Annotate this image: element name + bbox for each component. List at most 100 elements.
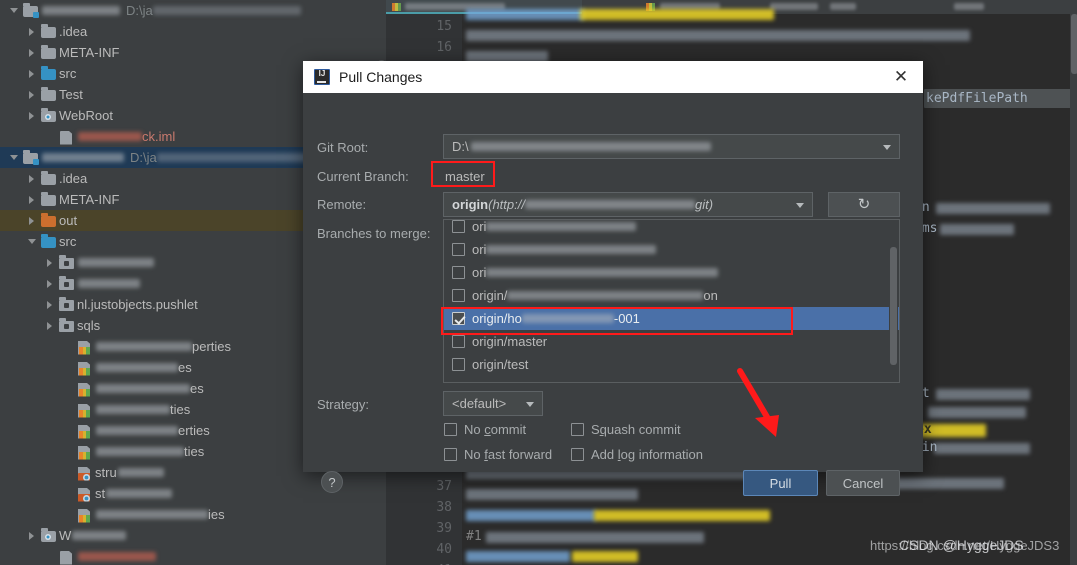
redacted-text	[78, 279, 140, 288]
branch-list-item[interactable]: ori	[444, 219, 899, 238]
chevron-down-icon[interactable]	[8, 0, 21, 21]
branch-list-item[interactable]: origin/master	[444, 330, 899, 353]
tree-row-path: D:\ja	[126, 3, 153, 18]
git-root-value: D:\	[452, 139, 469, 154]
dialog-title: Pull Changes	[339, 69, 422, 85]
chevron-right-icon[interactable]	[26, 105, 39, 126]
folder-icon	[39, 171, 59, 187]
excluded-folder-icon	[39, 213, 59, 229]
editor-tab-3[interactable]	[760, 0, 940, 14]
tree-spacer	[62, 483, 75, 504]
folder-icon	[39, 87, 59, 103]
code-token	[886, 478, 1004, 489]
editor-scrollbar[interactable]	[1070, 14, 1077, 565]
chevron-right-icon[interactable]	[26, 210, 39, 231]
web-folder-icon	[39, 528, 59, 544]
chevron-right-icon[interactable]	[26, 84, 39, 105]
tree-row[interactable]: .idea	[0, 21, 386, 42]
branch-list-item[interactable]: origin/test	[444, 353, 899, 376]
properties-file-icon	[75, 381, 95, 397]
branch-checkbox[interactable]	[452, 220, 465, 233]
pull-button[interactable]: Pull	[743, 470, 818, 496]
branch-checkbox[interactable]	[452, 243, 465, 256]
squash-commit-checkbox[interactable]: Squash commit	[571, 422, 681, 437]
strategy-combo[interactable]: <default>	[443, 391, 543, 416]
chevron-down-icon[interactable]	[8, 147, 21, 168]
checkbox-box[interactable]	[571, 448, 584, 461]
branch-label: origin/master	[472, 334, 547, 349]
tree-row[interactable]: W	[0, 525, 386, 546]
code-fragment: kePdfFilePath	[926, 91, 1028, 106]
dialog-titlebar: Pull Changes ✕	[303, 61, 923, 93]
branch-checkbox[interactable]	[452, 335, 465, 348]
chevron-right-icon[interactable]	[44, 252, 57, 273]
redacted-text	[96, 426, 178, 435]
checkbox-box[interactable]	[444, 423, 457, 436]
tree-row-label: Test	[59, 87, 83, 102]
redacted-text	[96, 405, 170, 414]
tree-row-label-suffix: ties	[184, 444, 204, 459]
chevron-right-icon[interactable]	[44, 315, 57, 336]
branch-checkbox[interactable]	[452, 358, 465, 371]
redacted-branch-name	[507, 291, 703, 300]
branch-list-item[interactable]: ori	[444, 238, 899, 261]
tree-spacer	[44, 126, 57, 147]
pull-changes-dialog[interactable]: Pull Changes ✕ Git Root: D:\ Current Bra…	[303, 61, 923, 472]
tree-row[interactable]: ies	[0, 504, 386, 525]
code-token	[466, 510, 596, 521]
chevron-right-icon[interactable]	[26, 168, 39, 189]
no-fast-forward-checkbox[interactable]: No fast forward	[444, 447, 552, 462]
branch-label: ori	[472, 219, 486, 234]
tree-row[interactable]: META-INF	[0, 42, 386, 63]
remote-url-scheme: (http://	[488, 197, 525, 212]
chevron-right-icon[interactable]	[26, 21, 39, 42]
properties-file-icon	[75, 360, 95, 376]
branch-list-item[interactable]: origin/ho-001	[444, 307, 899, 330]
close-icon[interactable]: ✕	[879, 61, 923, 93]
help-button[interactable]: ?	[321, 471, 343, 493]
branch-checkbox[interactable]	[452, 312, 465, 325]
chevron-right-icon[interactable]	[44, 294, 57, 315]
tree-spacer	[62, 399, 75, 420]
code-token	[466, 489, 638, 500]
iml-file-icon	[57, 549, 77, 565]
remote-combo[interactable]: origin (http:// git)	[443, 192, 813, 217]
redacted-text	[106, 489, 172, 498]
branches-scrollbar-thumb[interactable]	[890, 247, 897, 365]
branch-list-item[interactable]: ori	[444, 261, 899, 284]
branch-checkbox[interactable]	[452, 266, 465, 279]
code-token	[580, 9, 774, 20]
tree-spacer	[62, 378, 75, 399]
chevron-right-icon[interactable]	[44, 273, 57, 294]
no-commit-checkbox[interactable]: No commit	[444, 422, 526, 437]
refresh-remote-button[interactable]: ↻	[828, 192, 900, 217]
tree-row-label: .idea	[59, 171, 87, 186]
code-token	[466, 551, 570, 562]
tree-row-label: out	[59, 213, 77, 228]
branch-checkbox[interactable]	[452, 289, 465, 302]
properties-file-icon	[75, 507, 95, 523]
code-token	[466, 30, 970, 41]
redacted-branch-name	[486, 245, 656, 254]
branches-scrollbar[interactable]	[889, 237, 898, 383]
chevron-down-icon[interactable]	[26, 231, 39, 252]
branches-list[interactable]: oriorioriorigin/onorigin/ho-001origin/ma…	[443, 219, 900, 383]
editor-scrollbar-thumb[interactable]	[1071, 14, 1077, 74]
add-log-information-checkbox[interactable]: Add log information	[571, 447, 703, 462]
chevron-right-icon[interactable]	[26, 525, 39, 546]
tree-row[interactable]: D:\ja	[0, 0, 386, 21]
remote-url-redacted	[525, 200, 695, 209]
chevron-right-icon[interactable]	[26, 189, 39, 210]
checkbox-box[interactable]	[571, 423, 584, 436]
tree-row[interactable]	[0, 546, 386, 565]
branch-label: origin/	[472, 288, 507, 303]
checkbox-box[interactable]	[444, 448, 457, 461]
cancel-button[interactable]: Cancel	[826, 470, 900, 496]
chevron-right-icon[interactable]	[26, 42, 39, 63]
branch-list-item[interactable]: origin/on	[444, 284, 899, 307]
tree-row-label-suffix: es	[190, 381, 204, 396]
editor-tab-label	[830, 3, 856, 10]
git-root-combo[interactable]: D:\	[443, 134, 900, 159]
chevron-right-icon[interactable]	[26, 63, 39, 84]
editor-tab-4[interactable]	[946, 0, 1016, 14]
